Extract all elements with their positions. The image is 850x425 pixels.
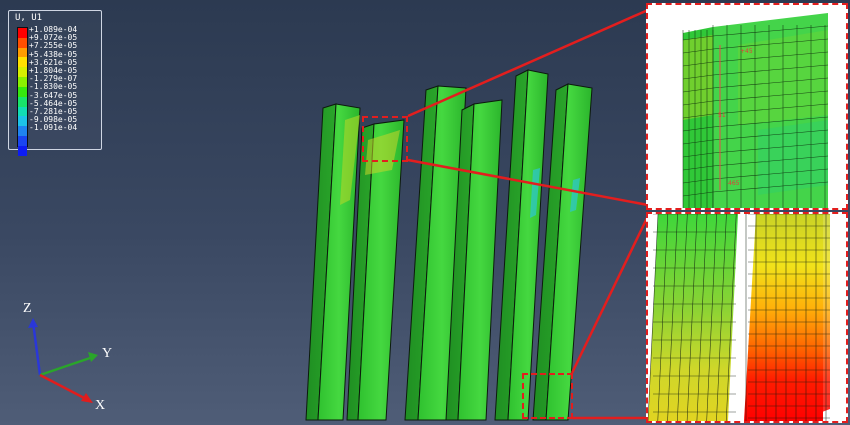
callout-box-bottom[interactable] [522, 373, 573, 419]
marker-label-3: 465 [728, 180, 740, 187]
axis-y-label: Y [102, 346, 113, 361]
axis-x-label: X [95, 398, 106, 413]
callout-box-top[interactable] [362, 116, 408, 162]
marker-label-1: +45 [740, 48, 753, 55]
zoom-panel-bottom[interactable] [646, 212, 848, 423]
axis-z-label: Z [23, 301, 32, 316]
model-viewport[interactable]: U, U1 +1.089e-04 +9.072e-05 +7.255e-05 +5.4… [0, 0, 850, 425]
axis-triad [28, 318, 98, 403]
zoom-bottom-mesh [648, 214, 846, 421]
zoom-top-mesh: +45 51 465 [648, 5, 846, 208]
marker-label-2: 51 [718, 112, 726, 119]
zoom-panel-top[interactable]: +45 51 465 [646, 3, 848, 210]
